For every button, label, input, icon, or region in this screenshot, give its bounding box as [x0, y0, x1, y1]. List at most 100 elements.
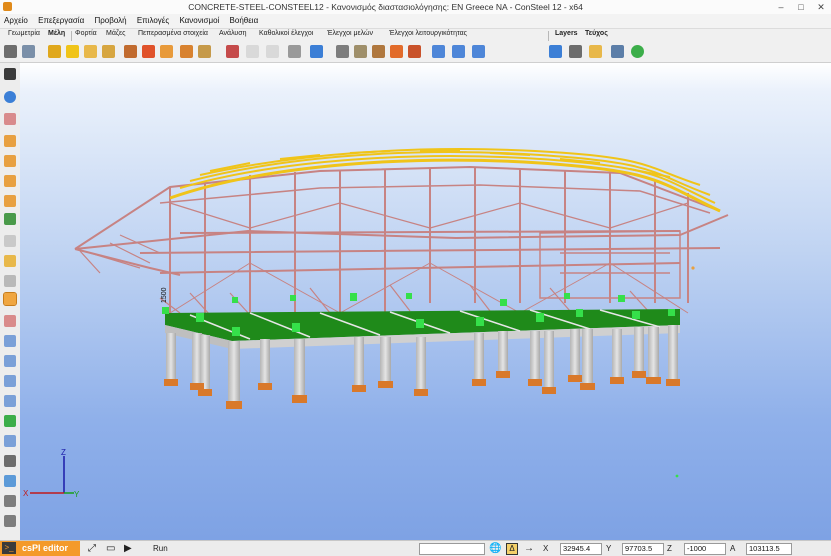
maximize-icon[interactable]: □: [791, 0, 811, 14]
wireframe-icon[interactable]: [4, 235, 16, 247]
tab-member-checks[interactable]: Έλεγχοι μελών: [327, 30, 373, 37]
report-check-icon[interactable]: [631, 45, 644, 58]
tab-geometry[interactable]: Γεωμετρία: [8, 30, 40, 37]
tab-global-checks[interactable]: Καθολικοί έλεγχοι: [259, 30, 313, 37]
axis-z-label: Z: [61, 448, 66, 457]
beam-icon[interactable]: [48, 45, 61, 58]
menu-bar: Αρχείο Επεξεργασία Προβολή Επιλογές Κανο…: [0, 14, 831, 28]
pan-icon[interactable]: [4, 335, 16, 347]
eccentricity-icon[interactable]: [180, 45, 193, 58]
view-side-icon[interactable]: [4, 155, 16, 167]
report-table-icon[interactable]: [611, 45, 624, 58]
tab-layers[interactable]: Layers: [555, 30, 578, 37]
command-input[interactable]: [419, 543, 485, 555]
expand-icon[interactable]: ⤢: [88, 543, 96, 554]
z-coordinate-field[interactable]: -1000: [684, 543, 726, 555]
rotate-icon[interactable]: [472, 45, 485, 58]
structure-model[interactable]: 1500 Z X Y: [20, 63, 831, 540]
column-icon[interactable]: [66, 45, 79, 58]
snap-icon[interactable]: Δ: [506, 543, 518, 555]
left-toolbar: [0, 63, 21, 540]
truss-icon[interactable]: [354, 45, 367, 58]
document-icon[interactable]: ▭: [106, 543, 115, 554]
active-view-icon[interactable]: [3, 292, 17, 306]
x-coordinate-field[interactable]: 32945.4: [560, 543, 602, 555]
menu-help[interactable]: Βοήθεια: [226, 14, 263, 27]
camera-icon[interactable]: [569, 45, 582, 58]
globe-icon[interactable]: 🌐: [489, 543, 501, 554]
node-icon[interactable]: [336, 45, 349, 58]
tab-finite-elements[interactable]: Πεπερασμένα στοιχεία: [138, 30, 208, 37]
hinge-icon[interactable]: [246, 45, 259, 58]
tab-report[interactable]: Τεύχος: [585, 30, 608, 37]
move-icon[interactable]: [452, 45, 465, 58]
purlin-icon[interactable]: [372, 45, 385, 58]
section-library-icon[interactable]: [22, 45, 35, 58]
view-front-icon[interactable]: [4, 135, 16, 147]
minimize-icon[interactable]: –: [771, 0, 791, 14]
plate-icon[interactable]: [84, 45, 97, 58]
menu-file[interactable]: Αρχείο: [0, 14, 32, 27]
undo-icon[interactable]: [4, 91, 16, 103]
render-icon[interactable]: [4, 213, 16, 225]
view-top-icon[interactable]: [4, 175, 16, 187]
copy-icon[interactable]: [432, 45, 445, 58]
rotate-view-icon[interactable]: [4, 355, 16, 367]
clip-plane-icon[interactable]: [4, 315, 16, 327]
tab-loads[interactable]: Φορτία: [75, 30, 97, 37]
release-icon[interactable]: [266, 45, 279, 58]
cspi-editor-tab[interactable]: >_ csPI editor: [0, 541, 80, 556]
joint-icon[interactable]: [198, 45, 211, 58]
shade-icon[interactable]: [4, 255, 16, 267]
close-icon[interactable]: ✕: [811, 0, 831, 14]
cross-section-icon[interactable]: [4, 45, 17, 58]
select-icon[interactable]: [4, 113, 16, 125]
save-icon[interactable]: [4, 68, 16, 80]
haunch-icon[interactable]: [124, 45, 137, 58]
measure-icon[interactable]: [4, 435, 16, 447]
dimension-label: 1500: [161, 287, 168, 303]
menu-codes[interactable]: Κανονισμοί: [175, 14, 223, 27]
distance-label: A: [730, 544, 736, 553]
y-label: Y: [606, 544, 612, 553]
ribbon-toolbar: [0, 42, 831, 63]
run-button[interactable]: Run: [153, 543, 168, 554]
y-coordinate-field[interactable]: 97703.5: [622, 543, 664, 555]
transform-icon[interactable]: [310, 45, 323, 58]
zoom-extent-icon[interactable]: [4, 395, 16, 407]
x-label: X: [543, 544, 549, 553]
zoom-icon[interactable]: [4, 375, 16, 387]
distance-field[interactable]: 103113.5: [746, 543, 792, 555]
bracing-icon[interactable]: [390, 45, 403, 58]
rib-icon[interactable]: [142, 45, 155, 58]
slab-icon[interactable]: [102, 45, 115, 58]
3d-viewport[interactable]: 1500 Z X Y: [20, 63, 831, 540]
stiffener-icon[interactable]: [408, 45, 421, 58]
menu-view[interactable]: Προβολή: [90, 14, 130, 27]
member-tools-icon[interactable]: [160, 45, 173, 58]
check-icon[interactable]: [4, 415, 16, 427]
window-title: CONCRETE-STEEL-CONSTEEL12 - Κανονισμός δ…: [188, 2, 583, 12]
ribbon-tabs: Γεωμετρία Μέλη Φορτία Μάζες Πεπερασμένα …: [0, 28, 831, 43]
settings-icon[interactable]: [4, 495, 16, 507]
menu-edit[interactable]: Επεξεργασία: [34, 14, 88, 27]
tab-members[interactable]: Μέλη: [48, 30, 65, 37]
menu-options[interactable]: Επιλογές: [133, 14, 173, 27]
info-icon[interactable]: [4, 475, 16, 487]
tab-analysis[interactable]: Ανάλυση: [219, 30, 246, 37]
grid-icon[interactable]: [288, 45, 301, 58]
cspi-expand-icon[interactable]: >_: [2, 542, 16, 554]
extra-tool-icon[interactable]: [4, 515, 16, 527]
tab-serviceability-checks[interactable]: Έλεγχοι λειτουργικότητας: [389, 30, 467, 37]
support-icon[interactable]: [226, 45, 239, 58]
section-view-icon[interactable]: [4, 275, 16, 287]
arrow-icon[interactable]: →: [524, 543, 534, 554]
play-icon[interactable]: ▶: [124, 543, 132, 554]
tab-separator: [71, 31, 72, 41]
tab-masses[interactable]: Μάζες: [106, 30, 125, 37]
print-icon[interactable]: [4, 455, 16, 467]
view-iso-icon[interactable]: [4, 195, 16, 207]
layer-edit-icon[interactable]: [549, 45, 562, 58]
axis-gizmo: Z X Y: [23, 448, 80, 499]
folder-icon[interactable]: [589, 45, 602, 58]
